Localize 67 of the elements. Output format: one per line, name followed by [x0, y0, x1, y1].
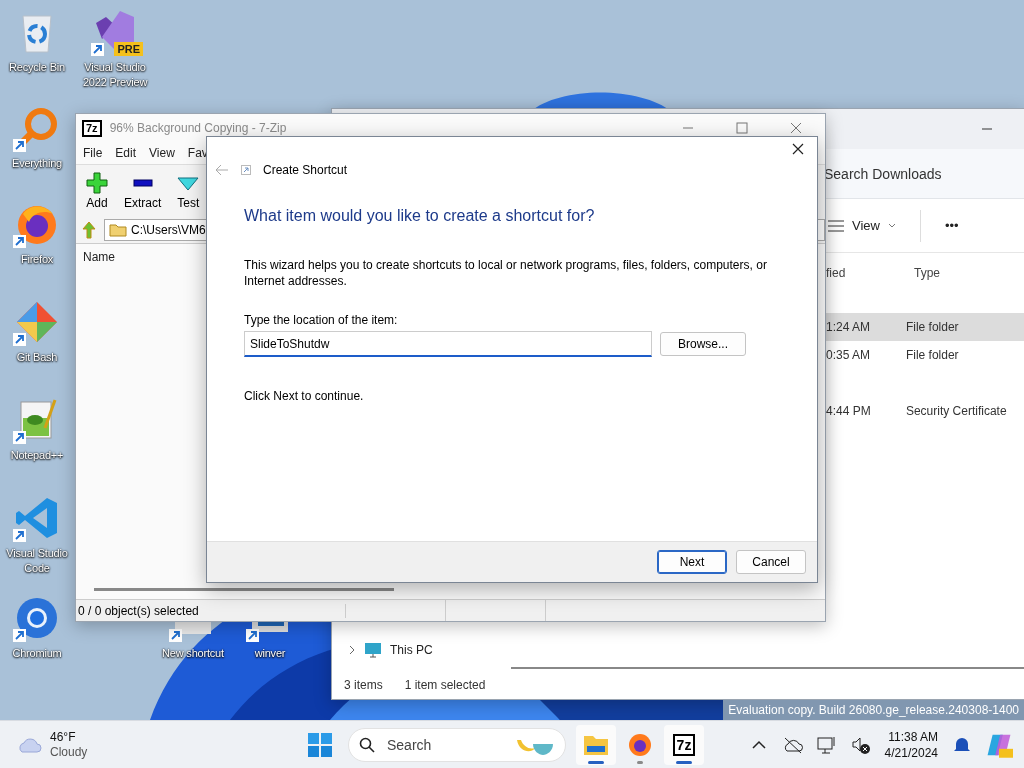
search-icon — [359, 736, 375, 753]
back-button[interactable] — [215, 164, 229, 176]
temperature-text: 46°F — [50, 729, 77, 745]
wizard-heading: What item would you like to create a shortcut for? — [244, 207, 596, 225]
menu-item[interactable]: File — [83, 146, 103, 160]
status-text: 0 / 0 object(s) selected — [78, 603, 346, 618]
table-cell-text: Security Certificate — [905, 404, 1008, 418]
location-field[interactable]: SlideToShutdw — [244, 331, 652, 357]
firefox-icon — [628, 732, 652, 757]
nav-item[interactable]: This PC — [344, 640, 437, 660]
chevron-icon[interactable] — [348, 645, 356, 655]
toolbar-button[interactable]: Extract — [118, 169, 168, 212]
monitor-icon — [364, 642, 382, 658]
windows-logo-icon — [308, 732, 332, 757]
table-cell-text: File folder — [905, 320, 960, 334]
table-cell-text: 0:35 AM — [826, 348, 872, 362]
scrollbar[interactable] — [511, 667, 1024, 669]
app-logo: 7z — [82, 119, 102, 137]
dialog-button[interactable]: Cancel — [736, 550, 806, 574]
git-bash-icon — [15, 300, 59, 344]
more-button[interactable]: ••• — [938, 214, 965, 237]
dialog-button[interactable]: Next — [657, 550, 727, 574]
status-text: 1 item selected — [404, 678, 486, 692]
status-text: 3 items — [344, 678, 383, 692]
clock-date[interactable]: 4/21/2024 — [884, 744, 938, 761]
plus-icon — [86, 171, 108, 194]
app-logo: 7z — [672, 733, 696, 756]
column-header[interactable]: fied — [826, 266, 914, 280]
hint-text: Click Next to continue. — [244, 389, 365, 403]
browse-button[interactable]: Browse... — [660, 332, 746, 356]
folder-icon — [109, 222, 127, 237]
table-cell-text: 1:24 AM — [826, 320, 872, 334]
chevron-down-icon — [887, 223, 896, 228]
column-header[interactable]: Name — [83, 250, 115, 264]
search-box[interactable]: Search — [348, 727, 566, 762]
dialog-title: Create Shortcut — [263, 163, 348, 177]
table-cell-text: 4:44 PM — [826, 404, 872, 418]
menu-item[interactable]: View — [149, 146, 175, 160]
list-icon — [828, 219, 844, 232]
scrollbar[interactable] — [94, 588, 394, 591]
desktop-icon-label[interactable]: New shortcut — [162, 646, 224, 661]
field-label: Type the location of the item: — [244, 313, 399, 327]
search-field[interactable]: Search Downloads — [822, 164, 1002, 183]
intro-text: This wizard helps you to create shortcuts to local or network programs, files, folders, computers, or Internet addresses. — [244, 257, 768, 289]
preview-badge: PRE — [114, 42, 143, 56]
toolbar-button[interactable]: Add — [80, 169, 114, 212]
taskbar-app-button[interactable] — [576, 724, 616, 765]
close-icon — [792, 143, 804, 155]
clock-time[interactable]: 11:38 AM — [888, 728, 938, 745]
chromium-icon — [15, 596, 59, 640]
weather-condition: Cloudy — [50, 744, 88, 760]
shortcut-icon — [241, 165, 251, 175]
vscode-icon — [15, 496, 59, 540]
cloud-icon — [16, 735, 42, 754]
view-button[interactable]: View — [822, 214, 902, 237]
column-header[interactable]: Type — [914, 266, 1002, 280]
desktop-icon-label[interactable]: winver — [254, 646, 286, 661]
toolbar-button[interactable]: Test — [171, 169, 206, 212]
build-notice: Evaluation copy. Build 26080.ge_release.240308-1400 — [723, 700, 1024, 720]
window-title: 96% Background Copying - 7-Zip — [109, 121, 288, 135]
search-input[interactable]: Search — [385, 735, 505, 754]
table-cell-text: File folder — [905, 348, 960, 362]
folder-icon — [583, 733, 609, 756]
back-arrow-icon — [215, 164, 229, 176]
menu-item[interactable]: Edit — [115, 146, 137, 160]
taskbar-app-button[interactable]: 7z — [664, 724, 704, 765]
up-arrow-icon[interactable] — [80, 220, 98, 239]
